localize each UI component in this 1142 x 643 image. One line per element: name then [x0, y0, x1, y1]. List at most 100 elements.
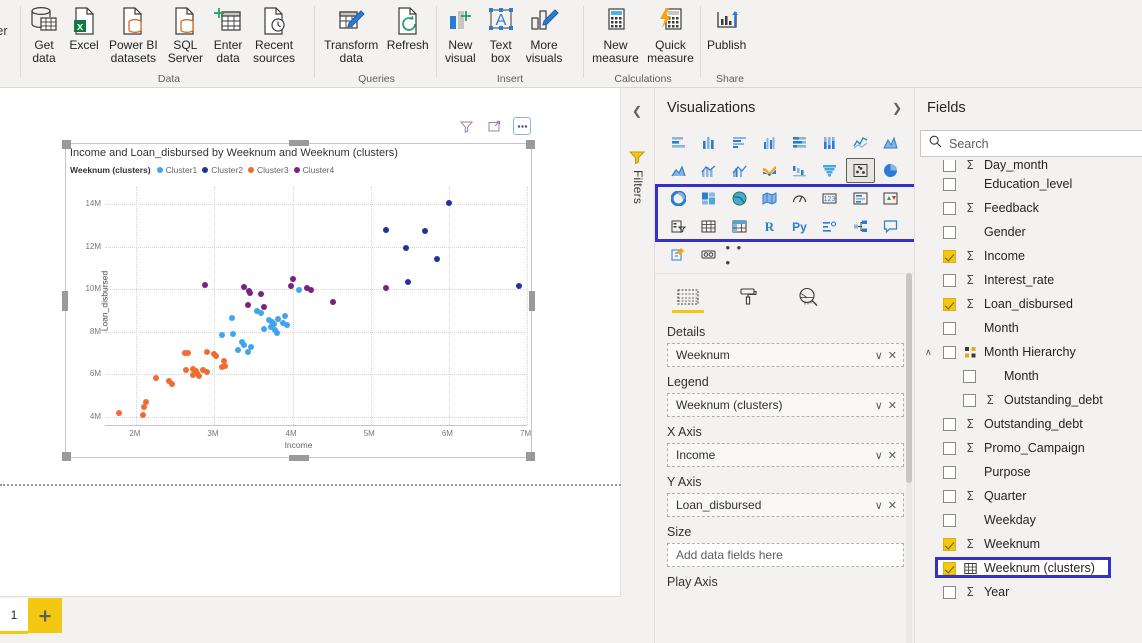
filters-pane-collapsed[interactable]: ❮ Filters: [621, 88, 655, 643]
field-checkbox[interactable]: [943, 273, 956, 287]
field-checkbox[interactable]: [943, 345, 956, 359]
get-data-button[interactable]: Get data: [24, 0, 64, 65]
excel-button[interactable]: x Excel: [64, 0, 104, 52]
viz-type-donut-chart[interactable]: [664, 186, 693, 211]
viz-type-filled-map[interactable]: [755, 186, 784, 211]
page-tab-1[interactable]: 1: [0, 598, 28, 634]
scatter-point[interactable]: [402, 244, 409, 251]
scatter-point[interactable]: [405, 278, 412, 285]
scatter-point[interactable]: [219, 363, 226, 370]
field-checkbox[interactable]: [943, 160, 956, 172]
field-checkbox[interactable]: [943, 465, 956, 479]
viz-type-line-chart[interactable]: [846, 130, 875, 155]
viz-type-clustered-bar-chart[interactable]: [725, 130, 754, 155]
scatter-point[interactable]: [383, 284, 390, 291]
filter-icon[interactable]: [457, 117, 475, 135]
power-bi-datasets-button[interactable]: Power BI datasets: [104, 0, 163, 65]
viz-type-line-stacked-column-chart[interactable]: [694, 158, 723, 183]
viz-type-multi-row-card[interactable]: [846, 186, 875, 211]
viz-type-key-influencers[interactable]: [815, 214, 844, 239]
scatter-point[interactable]: [287, 282, 294, 289]
field-row[interactable]: Purpose: [915, 460, 1142, 484]
field-row[interactable]: Σ Feedback: [915, 196, 1142, 220]
chevron-left-icon[interactable]: ❮: [632, 104, 642, 118]
well-field-legend[interactable]: Weeknum (clusters) ∨ ✕: [667, 393, 904, 417]
scatter-point[interactable]: [434, 256, 441, 263]
scatter-point[interactable]: [248, 344, 255, 351]
field-row[interactable]: Σ Weeknum: [915, 532, 1142, 556]
field-row[interactable]: Gender: [915, 220, 1142, 244]
field-checkbox[interactable]: [943, 585, 956, 599]
field-checkbox[interactable]: [943, 417, 956, 431]
format-tab[interactable]: [731, 281, 765, 313]
viz-type-pie-chart[interactable]: [876, 158, 905, 183]
scatter-point[interactable]: [219, 331, 226, 338]
refresh-button[interactable]: Refresh: [382, 0, 433, 52]
report-canvas[interactable]: Income and Loan_disbursed by Weeknum and…: [0, 88, 621, 596]
chevron-down-icon[interactable]: ∨: [875, 399, 883, 412]
viz-type-qna-visual[interactable]: [876, 214, 905, 239]
scatter-point[interactable]: [290, 276, 297, 283]
remove-field-icon[interactable]: ✕: [888, 399, 897, 412]
field-checkbox[interactable]: [963, 393, 976, 407]
scatter-point[interactable]: [152, 375, 159, 382]
scatter-point[interactable]: [422, 227, 429, 234]
viz-type-paginated-report[interactable]: [694, 242, 723, 267]
transform-data-button[interactable]: Transform data: [320, 0, 382, 65]
field-checkbox[interactable]: [943, 561, 956, 575]
visualizations-scrollbar[interactable]: [906, 273, 912, 483]
field-checkbox[interactable]: [943, 489, 956, 503]
chevron-down-icon[interactable]: ∨: [875, 499, 883, 512]
field-row[interactable]: Σ Outstanding_debt: [915, 388, 1142, 412]
scatter-visual[interactable]: Income and Loan_disbursed by Weeknum and…: [62, 117, 535, 461]
field-checkbox[interactable]: [943, 513, 956, 527]
viz-type-funnel-chart[interactable]: [815, 158, 844, 183]
viz-type-slicer[interactable]: [664, 214, 693, 239]
scatter-point[interactable]: [203, 368, 210, 375]
scatter-point[interactable]: [445, 199, 452, 206]
scatter-point[interactable]: [246, 290, 253, 297]
scatter-point[interactable]: [308, 287, 315, 294]
more-options-icon[interactable]: [513, 117, 531, 135]
scatter-point[interactable]: [202, 281, 209, 288]
remove-field-icon[interactable]: ✕: [888, 349, 897, 362]
sql-server-button[interactable]: SQL Server: [163, 0, 208, 65]
field-checkbox[interactable]: [943, 225, 956, 239]
new-visual-button[interactable]: New visual: [440, 0, 481, 65]
viz-type-treemap[interactable]: [694, 186, 723, 211]
scatter-point[interactable]: [183, 366, 190, 373]
viz-type-gauge[interactable]: [785, 186, 814, 211]
viz-type-waterfall-chart[interactable]: [785, 158, 814, 183]
viz-type-stacked-column-chart[interactable]: [694, 130, 723, 155]
viz-type-scatter-chart[interactable]: [845, 158, 875, 183]
field-row[interactable]: Σ Day_month: [915, 160, 1142, 172]
scatter-point[interactable]: [261, 304, 268, 311]
scatter-point[interactable]: [258, 291, 265, 298]
visualization-type-grid[interactable]: 123 R Py • • •: [655, 128, 914, 273]
scatter-point[interactable]: [212, 352, 219, 359]
field-row[interactable]: Σ Year: [915, 580, 1142, 604]
viz-type-ribbon-chart[interactable]: [755, 158, 784, 183]
viz-type-100-stacked-bar-chart[interactable]: [785, 130, 814, 155]
field-checkbox[interactable]: [943, 201, 956, 215]
field-row[interactable]: Weekday: [915, 508, 1142, 532]
chevron-down-icon[interactable]: ∨: [875, 449, 883, 462]
scatter-point[interactable]: [281, 312, 288, 319]
scatter-point[interactable]: [169, 380, 176, 387]
field-row[interactable]: Σ Loan_disbursed: [915, 292, 1142, 316]
well-field-details[interactable]: Weeknum ∨ ✕: [667, 343, 904, 367]
more-visuals-button[interactable]: More visuals: [521, 0, 568, 65]
publish-button[interactable]: Publish: [702, 0, 751, 52]
field-checkbox[interactable]: [943, 537, 956, 551]
viz-type-stacked-area-chart[interactable]: [664, 158, 693, 183]
viz-type-card[interactable]: 123: [815, 186, 844, 211]
field-row[interactable]: Σ Promo_Campaign: [915, 436, 1142, 460]
scatter-point[interactable]: [228, 314, 235, 321]
enter-data-button[interactable]: Enter data: [208, 0, 248, 65]
viz-type-table[interactable]: [694, 214, 723, 239]
viz-type-smart-narrative[interactable]: [664, 242, 693, 267]
search-input[interactable]: Search: [920, 130, 1142, 157]
scatter-point[interactable]: [273, 329, 280, 336]
viz-type-matrix[interactable]: [725, 214, 754, 239]
scatter-point[interactable]: [241, 342, 248, 349]
